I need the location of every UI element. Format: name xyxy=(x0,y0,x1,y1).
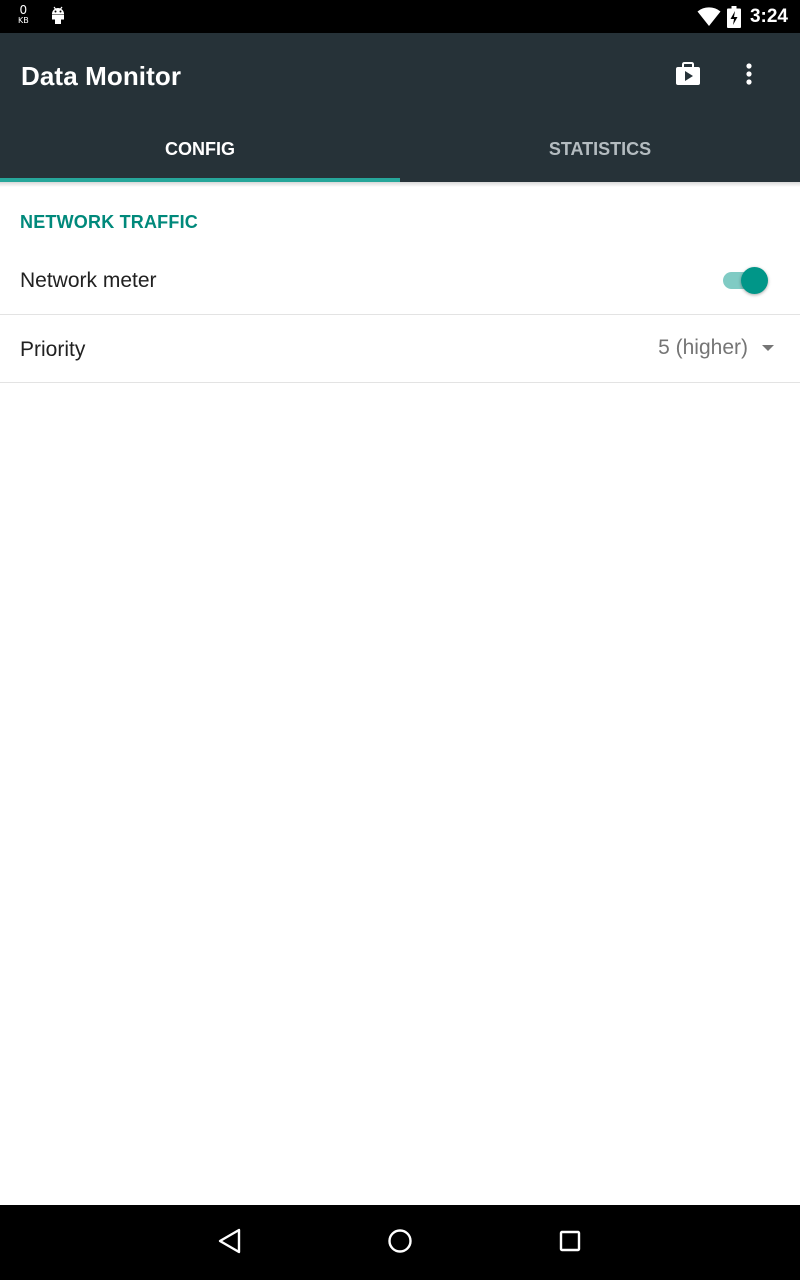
home-button[interactable] xyxy=(380,1223,420,1263)
priority-value: 5 (higher) xyxy=(658,336,748,359)
priority-spinner[interactable]: 5 (higher) xyxy=(658,336,774,360)
battery-charging-icon xyxy=(726,5,741,28)
section-header-network-traffic: NETWORK TRAFFIC xyxy=(20,212,198,232)
play-store-icon xyxy=(675,61,701,91)
toggle-thumb xyxy=(741,267,768,294)
status-bar: 0 KB 3:24 xyxy=(0,0,800,33)
status-bar-right: 3:24 xyxy=(697,0,788,33)
dropdown-arrow-icon xyxy=(762,345,774,351)
priority-row[interactable]: Priority 5 (higher) xyxy=(0,315,800,383)
data-counter-unit: KB xyxy=(18,16,29,25)
android-icon xyxy=(51,6,65,29)
play-store-button[interactable] xyxy=(664,55,712,97)
network-meter-label: Network meter xyxy=(20,269,157,292)
clock: 3:24 xyxy=(749,5,788,27)
status-bar-left: 0 KB xyxy=(18,4,65,29)
screen: 0 KB 3:24 Data Monitor CONFIG STATISTICS… xyxy=(0,0,800,1280)
priority-label: Priority xyxy=(20,338,86,361)
tab-statistics[interactable]: STATISTICS xyxy=(400,117,800,182)
more-options-button[interactable] xyxy=(728,55,770,97)
navigation-bar xyxy=(0,1205,800,1280)
home-icon xyxy=(387,1228,413,1259)
recents-button[interactable] xyxy=(550,1223,590,1263)
tab-bar: CONFIG STATISTICS xyxy=(0,117,800,182)
data-counter-value: 0 xyxy=(19,3,28,17)
recents-icon xyxy=(558,1229,582,1258)
data-counter: 0 KB xyxy=(18,4,29,25)
app-bar-shadow xyxy=(0,182,800,187)
network-meter-toggle[interactable] xyxy=(720,265,770,295)
app-title: Data Monitor xyxy=(21,61,182,91)
wifi-icon xyxy=(697,6,721,27)
tab-config[interactable]: CONFIG xyxy=(0,117,400,182)
app-bar: Data Monitor CONFIG STATISTICS xyxy=(0,33,800,182)
back-button[interactable] xyxy=(210,1223,250,1263)
back-icon xyxy=(217,1228,243,1259)
network-meter-row[interactable]: Network meter xyxy=(0,248,800,315)
more-vert-icon xyxy=(746,62,752,90)
